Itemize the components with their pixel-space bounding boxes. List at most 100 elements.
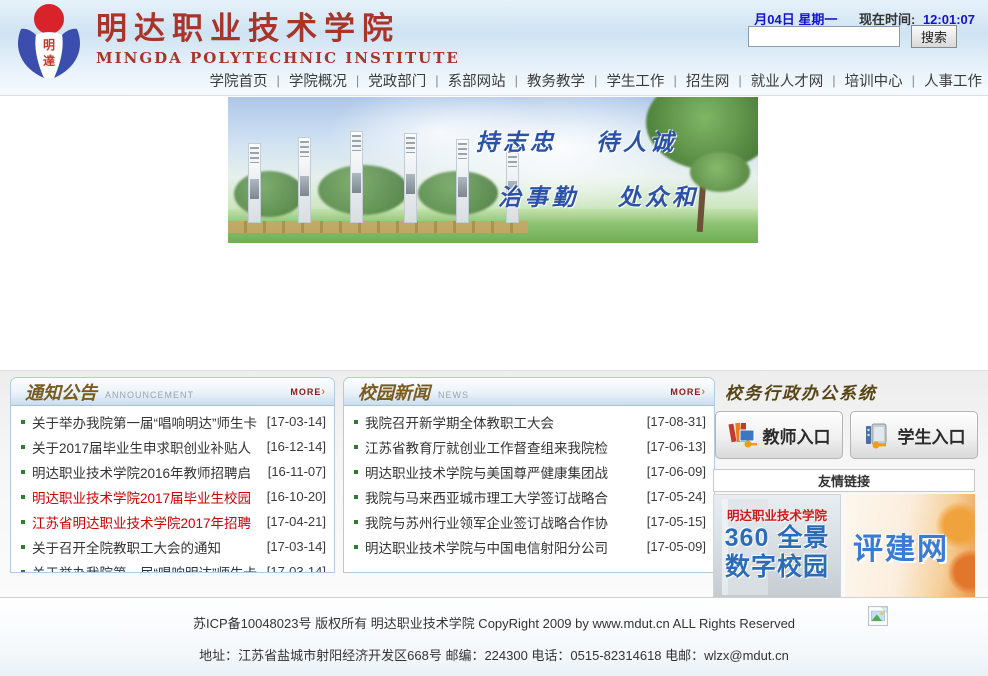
nav-link[interactable]: 党政部门: [368, 70, 426, 91]
more-arrow-icon: ›: [701, 386, 706, 398]
footer: 苏ICP备10048023号 版权所有 明达职业技术学院 CopyRight 2…: [0, 597, 988, 676]
article-date: [17-08-31]: [647, 414, 706, 429]
site-subtitle: MINGDA POLYTECHNIC INSTITUTE: [96, 49, 460, 67]
nav-link[interactable]: 教务教学: [527, 70, 585, 91]
news-more-link[interactable]: MORE›: [670, 386, 706, 398]
news-subtitle: NEWS: [438, 390, 469, 400]
article-link[interactable]: 明达职业技术学院与美国尊严健康集团战: [365, 462, 639, 482]
banner-planter: [228, 221, 528, 233]
list-item: 我院召开新学期全体教职工大会 [17-08-31]: [354, 409, 706, 434]
school-motto: 持志忠 待人诚 治事勤 处众和: [476, 131, 746, 209]
bullet-icon: [21, 495, 25, 499]
article-date: [17-06-13]: [647, 439, 706, 454]
banner1-line3: 数字校园: [714, 553, 840, 582]
article-link[interactable]: 关于2017届毕业生申求职创业补贴人: [32, 437, 259, 457]
link-banner-360-campus[interactable]: 明达职业技术学院 360 全景 数字校园: [713, 494, 841, 598]
banner1-line2: 360 全景: [714, 524, 840, 553]
banner2-text: 评建网: [845, 524, 949, 568]
bullet-icon: [354, 520, 358, 524]
article-link[interactable]: 我院与马来西亚城市理工大学签订战略合: [365, 487, 639, 507]
student-entrance-label: 学生入口: [898, 423, 966, 448]
motto-line-1: 持志忠 待人诚: [476, 131, 746, 154]
search-bar: 搜索: [748, 25, 957, 48]
nav-item: 培训中心: [823, 70, 902, 91]
list-item: 我院与苏州行业领军企业签订战略合作协 [17-05-15]: [354, 509, 706, 534]
bullet-icon: [354, 445, 358, 449]
nav-link[interactable]: 人事工作: [924, 70, 982, 91]
notices-list: 关于举办我院第一届“唱响明达”师生卡 [17-03-14] 关于2017届毕业生…: [11, 406, 334, 573]
nav-link[interactable]: 学院首页: [209, 70, 267, 91]
nav-item: 党政部门: [347, 70, 426, 91]
article-date: [17-06-09]: [647, 464, 706, 479]
article-date: [17-05-09]: [647, 539, 706, 554]
search-input[interactable]: [748, 26, 900, 47]
article-link[interactable]: 江苏省教育厅就创业工作督查组来我院检: [365, 437, 639, 457]
content-section: 通知公告 ANNOUNCEMENT MORE› 关于举办我院第一届“唱响明达”师…: [0, 370, 988, 597]
books-icon: [728, 420, 758, 450]
article-date: [16-10-20]: [267, 489, 326, 504]
banner-tree: [318, 165, 408, 215]
nav-item: 学生工作: [585, 70, 664, 91]
nav-link[interactable]: 就业人才网: [751, 70, 824, 91]
article-date: [17-05-24]: [647, 489, 706, 504]
banner-pillar: [404, 133, 417, 223]
bullet-icon: [21, 545, 25, 549]
article-link[interactable]: 明达职业技术学院2017届毕业生校园: [32, 487, 259, 507]
nav-item: 学院首页: [209, 70, 267, 91]
banner-pillar: [456, 139, 469, 223]
nav-link[interactable]: 培训中心: [845, 70, 903, 91]
bullet-icon: [354, 495, 358, 499]
teacher-entrance-button[interactable]: 教师入口: [715, 411, 843, 459]
brand-block: 明达职业技术学院 MINGDA POLYTECHNIC INSTITUTE: [96, 12, 460, 67]
article-date: [16-12-14]: [267, 439, 326, 454]
admin-system-title: 校务行政办公系统: [713, 377, 981, 404]
site-title: 明达职业技术学院: [96, 12, 460, 46]
right-column: 校务行政办公系统 教师入口: [713, 377, 981, 598]
bullet-icon: [354, 420, 358, 424]
list-item: 我院与马来西亚城市理工大学签订战略合 [17-05-24]: [354, 484, 706, 509]
lock-key-icon: [863, 420, 893, 450]
article-link[interactable]: 关于召开全院教职工大会的通知: [32, 537, 259, 557]
article-link[interactable]: 关于举办我院第一届“唱响明达”师生卡: [32, 412, 259, 432]
notices-box: 通知公告 ANNOUNCEMENT MORE› 关于举办我院第一届“唱响明达”师…: [10, 377, 335, 573]
svg-text:達: 達: [43, 53, 55, 68]
nav-item: 招生网: [664, 70, 729, 91]
nav-item: 教务教学: [506, 70, 585, 91]
bullet-icon: [21, 570, 25, 574]
campus-banner-image: 持志忠 待人诚 治事勤 处众和: [228, 97, 758, 243]
news-list: 我院召开新学期全体教职工大会 [17-08-31] 江苏省教育厅就创业工作督查组…: [344, 406, 714, 559]
friendly-links-title: 友情链接: [713, 469, 975, 492]
header: 明 達 明达职业技术学院 MINGDA POLYTECHNIC INSTITUT…: [0, 0, 988, 96]
school-logo: 明 達: [8, 2, 90, 87]
article-link[interactable]: 我院与苏州行业领军企业签订战略合作协: [365, 512, 639, 532]
nav-item: 人事工作: [903, 70, 982, 91]
bullet-icon: [21, 420, 25, 424]
link-banner-pingjian[interactable]: 评建网: [845, 494, 975, 598]
article-link[interactable]: 江苏省明达职业技术学院2017年招聘: [32, 512, 259, 532]
page: 明 達 明达职业技术学院 MINGDA POLYTECHNIC INSTITUT…: [0, 0, 988, 676]
friendly-links-banners: 明达职业技术学院 360 全景 数字校园 评建网: [713, 494, 981, 598]
article-date: [17-03-14]: [267, 539, 326, 554]
article-link[interactable]: 关于举办我院第一届“唱响明达”师生卡: [32, 562, 259, 574]
notices-header: 通知公告 ANNOUNCEMENT MORE›: [11, 378, 334, 406]
notices-more-link[interactable]: MORE›: [290, 386, 326, 398]
list-item: 关于举办我院第一届“唱响明达”师生卡 [17-03-14]: [21, 409, 326, 434]
notices-subtitle: ANNOUNCEMENT: [105, 390, 194, 400]
banner-tree: [234, 171, 304, 217]
motto-line-2: 治事勤 处众和: [498, 186, 746, 209]
bullet-icon: [21, 445, 25, 449]
address-line: 地址：江苏省盐城市射阳经济开发区668号 邮编：224300 电话：0515-8…: [0, 645, 988, 664]
student-entrance-button[interactable]: 学生入口: [850, 411, 978, 459]
nav-link[interactable]: 学生工作: [606, 70, 664, 91]
entrance-buttons: 教师入口 学生入口: [713, 411, 981, 459]
article-link[interactable]: 我院召开新学期全体教职工大会: [365, 412, 639, 432]
nav-link[interactable]: 学院概况: [289, 70, 347, 91]
search-button[interactable]: 搜索: [911, 25, 957, 48]
article-link[interactable]: 明达职业技术学院2016年教师招聘启: [32, 462, 260, 482]
notices-title: 通知公告: [25, 379, 97, 405]
nav-link[interactable]: 系部网站: [448, 70, 506, 91]
list-item: 明达职业技术学院2016年教师招聘启 [16-11-07]: [21, 459, 326, 484]
news-title: 校园新闻: [358, 379, 430, 405]
nav-link[interactable]: 招生网: [686, 70, 730, 91]
article-link[interactable]: 明达职业技术学院与中国电信射阳分公司: [365, 537, 639, 557]
